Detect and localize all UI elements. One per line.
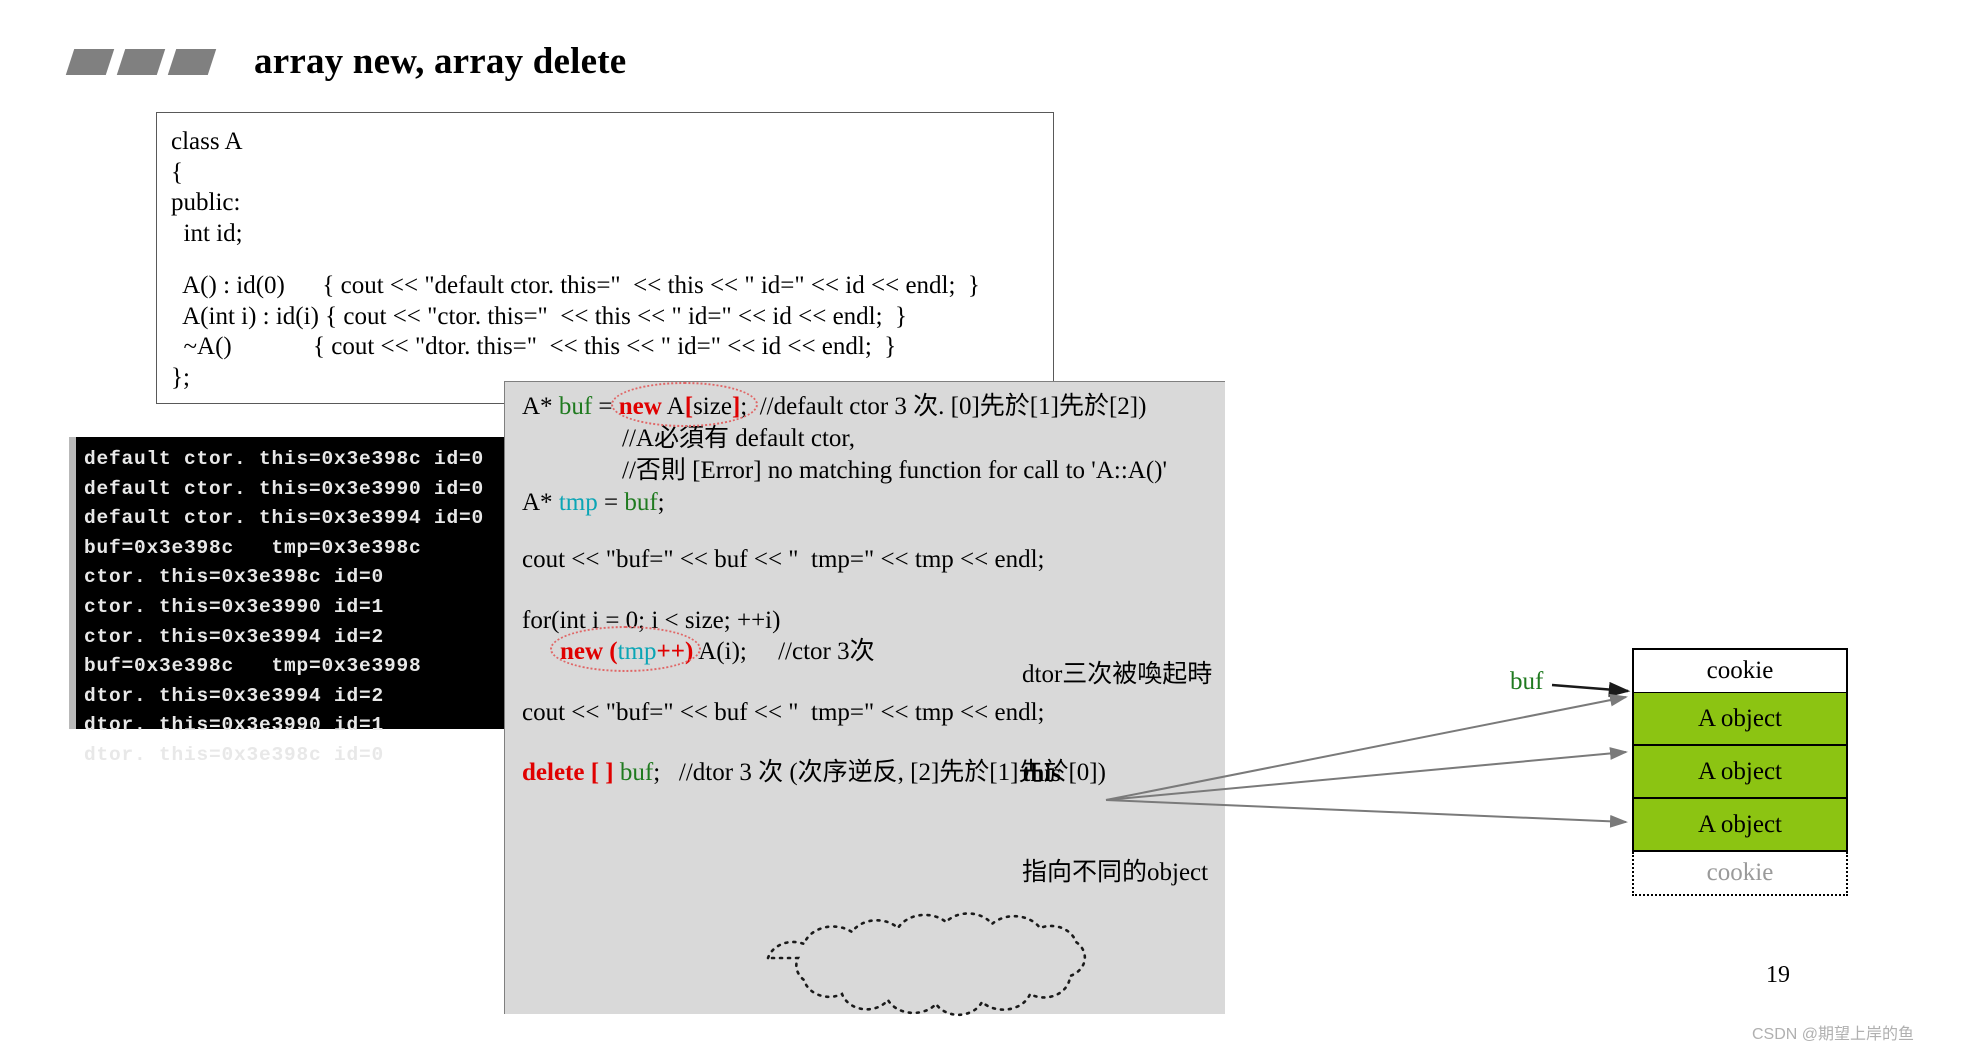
- memory-layout-diagram: cookie A object A object A object cookie: [1632, 648, 1848, 896]
- terminal-line: dtor. this=0x3e3990 id=1: [84, 714, 385, 737]
- terminal-line: default ctor. this=0x3e398c id=0: [84, 448, 485, 470]
- terminal-line: default ctor. this=0x3e3994 id=0: [84, 507, 485, 530]
- class-code-blank-line: [171, 249, 1053, 271]
- code-line-cout-second: cout << "buf=" << buf << " tmp=" << tmp …: [522, 699, 1045, 726]
- terminal-line: default ctor. this=0x3e3990 id=0: [84, 477, 485, 500]
- buf-arrow: [1551, 681, 1631, 698]
- code-token-assign: =: [597, 489, 625, 516]
- code-token-buf: buf: [558, 393, 593, 420]
- code-token-buf: buf: [624, 489, 658, 516]
- code-line-tmp-assign: A* tmp = buf;: [522, 488, 665, 518]
- dtor-annotation-line3: 指向不同的object: [1022, 859, 1209, 886]
- code-comment-error-no-matching: //否則 [Error] no matching function for ca…: [622, 457, 1167, 484]
- class-code-line: {: [171, 158, 183, 186]
- title-bullet-group: [65, 48, 217, 75]
- code-token-type: A*: [522, 489, 559, 516]
- code-token-buf: buf: [613, 759, 654, 786]
- terminal-line: ctor. this=0x3e398c id=0: [84, 566, 385, 589]
- code-token-type: A*: [522, 393, 559, 420]
- memory-cell-cookie-bottom: cookie: [1632, 852, 1848, 896]
- terminal-line: buf=0x3e398c tmp=0x3e398c: [84, 536, 422, 559]
- code-token-delete: delete [ ]: [522, 759, 614, 786]
- code-token-ctor-call: A(i); //ctor 3次: [693, 638, 875, 665]
- code-line-cout-first: cout << "buf=" << buf << " tmp=" << tmp …: [522, 546, 1045, 573]
- memory-cell-cookie-top: cookie: [1632, 648, 1848, 693]
- terminal-line: dtor. this=0x3e398c id=0: [84, 743, 385, 766]
- bullet-square-icon: [65, 48, 115, 75]
- slide-title-bar: array new, array delete: [65, 40, 627, 83]
- class-code-line: int id;: [171, 219, 243, 247]
- code-comment-must-have-default-ctor: //A必須有 default ctor,: [622, 425, 855, 452]
- highlight-ellipse-new-array: [611, 382, 758, 427]
- dtor-annotation: dtor三次被喚起時 this 指向不同的object: [1022, 592, 1212, 955]
- code-line-delete-array: delete [ ] buf; //dtor 3 次 (次序逆反, [2]先於[…: [522, 758, 1106, 788]
- slide-page-number: 19: [1766, 962, 1790, 988]
- dtor-annotation-this: this: [1022, 760, 1061, 787]
- terminal-output-panel: default ctor. this=0x3e398c id=0 default…: [69, 437, 505, 766]
- terminal-line: buf=0x3e398c tmp=0x3e3998: [84, 655, 422, 678]
- class-code-line: A(int i) : id(i) { cout << "ctor. this="…: [171, 302, 908, 330]
- highlight-ellipse-placement-new: [550, 626, 701, 672]
- code-token-semicolon: ;: [657, 489, 665, 516]
- bullet-square-icon: [116, 48, 166, 75]
- buf-pointer-label: buf: [1510, 668, 1544, 695]
- terminal-line: ctor. this=0x3e3990 id=1: [84, 595, 385, 618]
- terminal-line: ctor. this=0x3e3994 id=2: [84, 625, 385, 648]
- code-comment-default-ctor: //default ctor 3 次. [0]先於[1]先於[2]): [747, 393, 1147, 420]
- dtor-annotation-line1: dtor三次被喚起時: [1022, 661, 1213, 688]
- class-definition-box: class A { public: int id; A() : id(0) { …: [156, 112, 1054, 404]
- memory-cell-a-object: A object: [1632, 799, 1848, 852]
- slide-canvas: array new, array delete class A { public…: [0, 0, 1974, 1054]
- terminal-line: dtor. this=0x3e3994 id=2: [84, 684, 385, 707]
- code-token-tmp: tmp: [558, 489, 598, 516]
- bullet-square-icon: [167, 48, 217, 75]
- memory-cell-a-object: A object: [1632, 746, 1848, 799]
- class-code-line: class A: [171, 128, 243, 155]
- memory-cell-a-object: A object: [1632, 693, 1848, 746]
- class-code-line: public:: [171, 189, 241, 216]
- page-title: array new, array delete: [254, 41, 627, 82]
- watermark-text: CSDN @期望上岸的鱼: [1752, 1026, 1915, 1043]
- class-code-line: A() : id(0) { cout << "default ctor. thi…: [171, 272, 980, 299]
- class-code-line: ~A() { cout << "dtor. this=" << this << …: [171, 333, 897, 360]
